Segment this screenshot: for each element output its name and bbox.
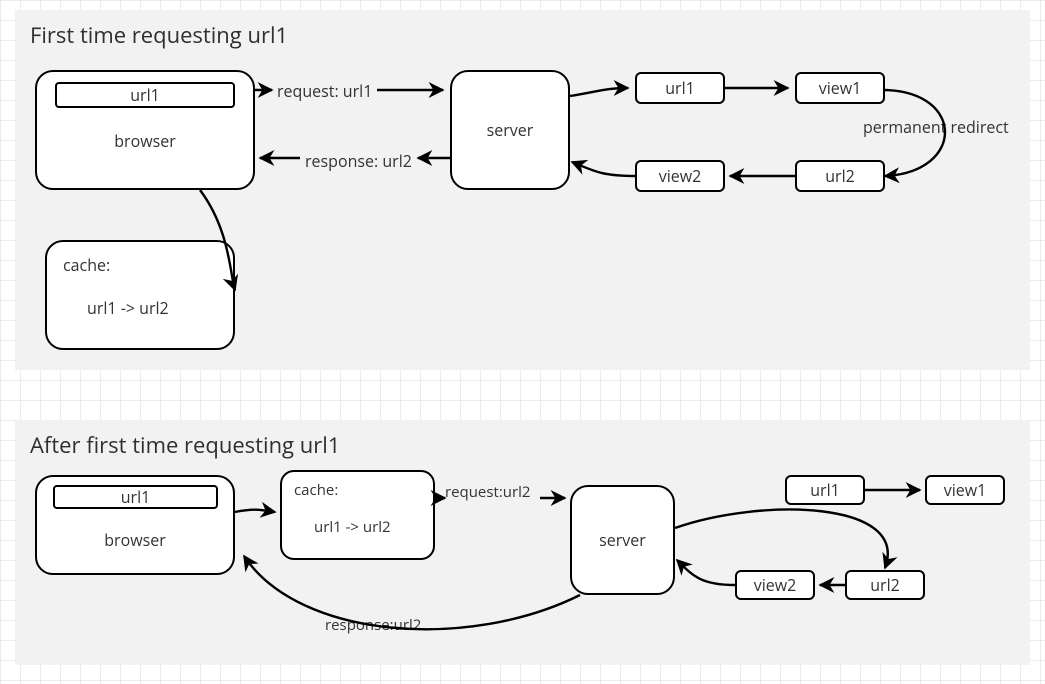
cache-box-2: cache: url1 -> url2 [280,470,435,560]
cache-header-2: cache: [294,480,338,500]
server-label-2: server [599,529,646,551]
edge-request-label-2: request:url2 [445,482,530,502]
browser-label-2: browser [37,529,233,551]
panel-first-request: First time requesting url1 url1 browser … [15,10,1030,370]
node-url1-2: url1 [785,475,865,505]
edge-request-label: request: url1 [277,80,372,102]
server-label: server [487,119,534,141]
cache-header: cache: [63,254,110,276]
edge-response-label: response: url2 [305,150,412,172]
edge-response-label-2: response:url2 [325,615,421,635]
node-view1-2: view1 [925,475,1005,505]
browser-address-bar: url1 [55,82,235,108]
cache-box: cache: url1 -> url2 [45,240,235,350]
panel1-title: First time requesting url1 [30,20,288,50]
panel2-title: After first time requesting url1 [30,430,340,460]
node-url2-2: url2 [845,570,925,600]
node-view2: view2 [635,160,725,192]
browser-box-2: url1 browser [35,475,235,575]
cache-mapping: url1 -> url2 [87,297,169,319]
browser-box: url1 browser [35,70,255,190]
cache-mapping-2: url1 -> url2 [314,517,391,537]
server-box-2: server [570,485,675,595]
browser-label: browser [37,130,253,152]
node-view1: view1 [795,72,885,104]
server-box: server [450,70,570,190]
node-url2: url2 [795,160,885,192]
edge-redirect-label: permanent redirect [863,116,1009,138]
browser-address-bar-2: url1 [53,485,218,509]
node-view2-2: view2 [735,570,815,600]
node-url1: url1 [635,72,725,104]
panel-after-first-request: After first time requesting url1 url1 br… [15,420,1030,665]
